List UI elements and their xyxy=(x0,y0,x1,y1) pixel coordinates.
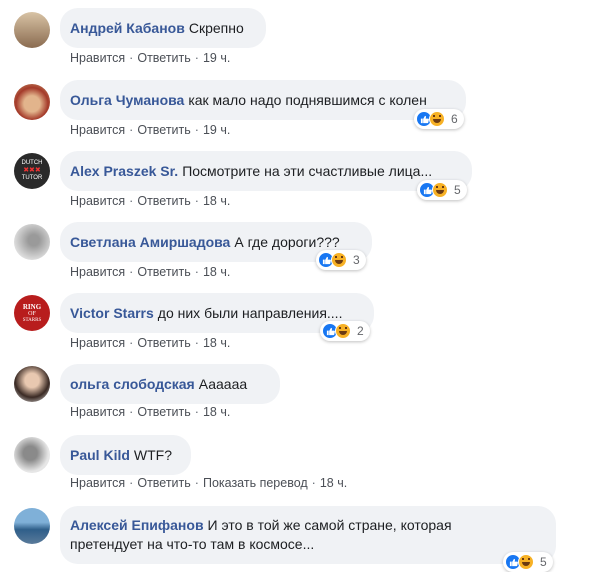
avatar[interactable] xyxy=(14,366,50,402)
avatar[interactable] xyxy=(14,84,50,120)
avatar-logo-text: STARRS xyxy=(22,317,42,323)
reaction-count: 5 xyxy=(454,183,461,197)
comment-actions: Нравится · Ответить · 18 ч. xyxy=(70,405,230,419)
haha-icon xyxy=(518,554,534,570)
avatar-logo-text: RING xyxy=(22,302,42,311)
comment-bubble: Алексей Епифанов И это в той же самой стр… xyxy=(60,506,556,564)
avatar-logo-text: DUTCH xyxy=(21,160,43,166)
avatar[interactable]: RING OF STARRS xyxy=(14,295,50,331)
haha-icon xyxy=(432,182,448,198)
comment-author[interactable]: Alex Praszek Sr. xyxy=(70,163,178,179)
comment-actions: Нравится · Ответить · 19 ч. xyxy=(70,123,230,137)
like-link[interactable]: Нравится xyxy=(70,405,125,419)
avatar[interactable] xyxy=(14,12,50,48)
like-link[interactable]: Нравится xyxy=(70,336,125,350)
separator: · xyxy=(129,405,134,419)
avatar[interactable] xyxy=(14,224,50,260)
separator: · xyxy=(129,194,134,208)
like-link[interactable]: Нравится xyxy=(70,194,125,208)
comment-text: И это в той же самой стране, которая xyxy=(207,517,452,533)
comment-author[interactable]: ольга слободская xyxy=(70,376,195,392)
reaction-summary[interactable]: 2 xyxy=(320,321,370,341)
haha-icon xyxy=(335,323,351,339)
comment-bubble: ольга слободская Аааааа xyxy=(60,364,280,404)
reply-link[interactable]: Ответить xyxy=(137,405,190,419)
haha-icon xyxy=(331,252,347,268)
separator: · xyxy=(194,405,199,419)
comment-bubble: Андрей Кабанов Скрепно xyxy=(60,8,266,48)
reply-link[interactable]: Ответить xyxy=(137,476,190,490)
reply-link[interactable]: Ответить xyxy=(137,336,190,350)
comment-bubble: Alex Praszek Sr. Посмотрите на эти счастл… xyxy=(60,151,472,191)
comment-author[interactable]: Светлана Амиршадова xyxy=(70,234,230,250)
separator: · xyxy=(129,123,134,137)
reaction-count: 3 xyxy=(353,253,360,267)
comment-text: до них были направления.... xyxy=(157,305,343,321)
like-link[interactable]: Нравится xyxy=(70,476,125,490)
separator: · xyxy=(194,51,199,65)
comment-actions: Нравится · Ответить · Показать перевод · 18 ч. xyxy=(70,476,347,490)
comment-actions: Нравится · Ответить · 19 ч. xyxy=(70,51,230,65)
separator: · xyxy=(194,194,199,208)
avatar-logo-text: TUTOR xyxy=(21,175,43,181)
comment-author[interactable]: Андрей Кабанов xyxy=(70,20,185,36)
timestamp[interactable]: 18 ч. xyxy=(203,194,230,208)
comment-author[interactable]: Алексей Епифанов xyxy=(70,517,204,533)
timestamp[interactable]: 18 ч. xyxy=(203,265,230,279)
comment-text-continued: претендует на что-то там в космосе... xyxy=(70,536,315,552)
reaction-count: 2 xyxy=(357,324,364,338)
comment-text: Аааааа xyxy=(198,376,248,392)
comment-text: WTF? xyxy=(133,447,173,463)
separator: · xyxy=(194,476,199,490)
comment-actions: Нравится · Ответить · 18 ч. xyxy=(70,336,230,350)
reaction-summary[interactable]: 5 xyxy=(417,180,467,200)
comment-author[interactable]: Ольга Чуманова xyxy=(70,92,184,108)
comment-author[interactable]: Paul Kild xyxy=(70,447,130,463)
timestamp[interactable]: 18 ч. xyxy=(203,405,230,419)
separator: · xyxy=(194,123,199,137)
avatar-logo-mark: ✖✖✖ xyxy=(23,167,41,174)
reply-link[interactable]: Ответить xyxy=(137,123,190,137)
separator: · xyxy=(129,476,134,490)
reply-link[interactable]: Ответить xyxy=(137,51,190,65)
reply-link[interactable]: Ответить xyxy=(137,265,190,279)
avatar[interactable]: DUTCH ✖✖✖ TUTOR xyxy=(14,153,50,189)
reply-link[interactable]: Ответить xyxy=(137,194,190,208)
translate-link[interactable]: Показать перевод xyxy=(203,476,308,490)
comment-text: А где дороги??? xyxy=(234,234,340,250)
comment-author[interactable]: Victor Starrs xyxy=(70,305,154,321)
comment-bubble: Paul Kild WTF? xyxy=(60,435,191,475)
separator: · xyxy=(194,336,199,350)
avatar[interactable] xyxy=(14,508,50,544)
reaction-count: 5 xyxy=(540,555,547,569)
comment-actions: Нравится · Ответить · 18 ч. xyxy=(70,194,230,208)
separator: · xyxy=(311,476,316,490)
separator: · xyxy=(129,336,134,350)
timestamp[interactable]: 19 ч. xyxy=(203,123,230,137)
timestamp[interactable]: 19 ч. xyxy=(203,51,230,65)
comment-text: Скрепно xyxy=(188,20,244,36)
like-link[interactable]: Нравится xyxy=(70,265,125,279)
avatar[interactable] xyxy=(14,437,50,473)
comment-actions: Нравится · Ответить · 18 ч. xyxy=(70,265,230,279)
comment-text: Посмотрите на эти счастливые лица... xyxy=(182,163,433,179)
reaction-summary[interactable]: 3 xyxy=(316,250,366,270)
separator: · xyxy=(129,265,134,279)
comment-bubble: Ольга Чуманова как мало надо поднявшимся … xyxy=(60,80,466,120)
separator: · xyxy=(129,51,134,65)
separator: · xyxy=(194,265,199,279)
like-link[interactable]: Нравится xyxy=(70,123,125,137)
timestamp[interactable]: 18 ч. xyxy=(320,476,347,490)
reaction-summary[interactable]: 5 xyxy=(503,552,553,572)
reaction-summary[interactable]: 6 xyxy=(414,109,464,129)
comment-text: как мало надо поднявшимся с колен xyxy=(188,92,427,108)
haha-icon xyxy=(429,111,445,127)
timestamp[interactable]: 18 ч. xyxy=(203,336,230,350)
reaction-count: 6 xyxy=(451,112,458,126)
like-link[interactable]: Нравится xyxy=(70,51,125,65)
avatar-logo-text: OF xyxy=(28,310,36,317)
